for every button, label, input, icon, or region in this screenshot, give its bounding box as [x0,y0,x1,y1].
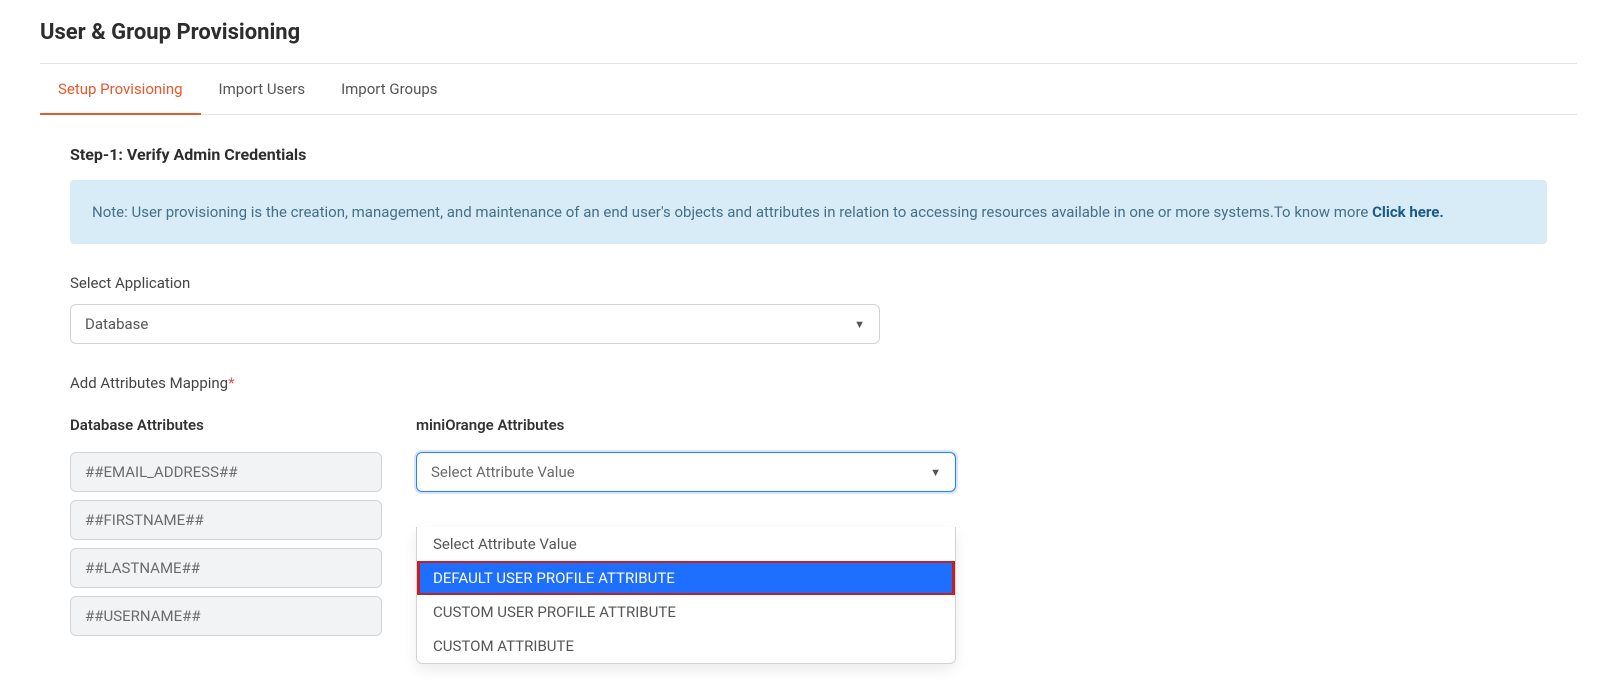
dropdown-option-placeholder[interactable]: Select Attribute Value [417,527,955,561]
tab-setup-provisioning[interactable]: Setup Provisioning [40,64,201,114]
mapping-label-text: Add Attributes Mapping [70,374,228,392]
tabs: Setup Provisioning Import Users Import G… [40,63,1577,115]
database-attributes-heading: Database Attributes [70,416,382,434]
db-attr-username[interactable]: ##USERNAME## [70,596,382,636]
add-attributes-mapping-label: Add Attributes Mapping* [70,374,1547,392]
select-application-value: Database [85,315,148,333]
page-title: User & Group Provisioning [40,20,1577,45]
info-text: Note: User provisioning is the creation,… [92,203,1372,221]
dropdown-option-custom-user-profile[interactable]: CUSTOM USER PROFILE ATTRIBUTE [417,595,955,629]
required-star-icon: * [228,374,234,392]
db-attr-firstname[interactable]: ##FIRSTNAME## [70,500,382,540]
select-application-label: Select Application [70,274,880,292]
miniorange-attributes-heading: miniOrange Attributes [416,416,956,434]
mo-attr-select-0[interactable]: Select Attribute Value ▼ [416,452,956,492]
dropdown-option-default-user-profile[interactable]: DEFAULT USER PROFILE ATTRIBUTE [417,561,955,595]
select-application-dropdown[interactable]: Database ▼ [70,304,880,344]
chevron-down-icon: ▼ [930,466,941,479]
dropdown-option-custom-attribute[interactable]: CUSTOM ATTRIBUTE [417,629,955,663]
step-heading: Step-1: Verify Admin Credentials [70,145,1547,164]
mo-attr-dropdown-list: Select Attribute Value DEFAULT USER PROF… [416,527,956,664]
tab-import-users[interactable]: Import Users [201,64,324,114]
chevron-down-icon: ▼ [854,318,865,331]
db-attr-email[interactable]: ##EMAIL_ADDRESS## [70,452,382,492]
db-attr-lastname[interactable]: ##LASTNAME## [70,548,382,588]
tab-import-groups[interactable]: Import Groups [323,64,455,114]
mo-attr-placeholder: Select Attribute Value [431,463,575,481]
info-note: Note: User provisioning is the creation,… [70,180,1547,244]
info-link[interactable]: Click here. [1372,203,1444,221]
